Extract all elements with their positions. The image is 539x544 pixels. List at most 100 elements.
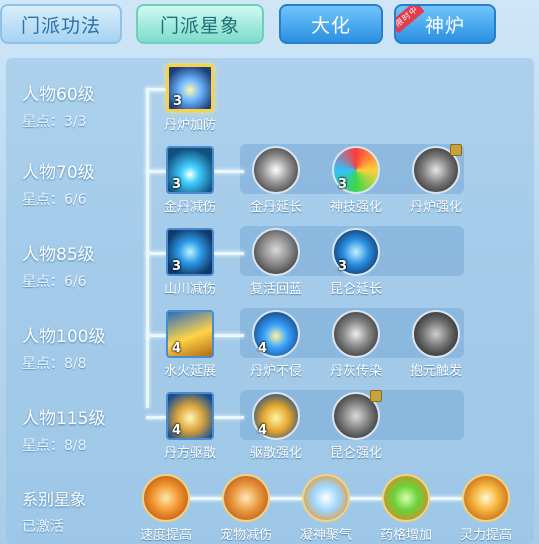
series-skill-slot[interactable]: 宠物减伤 bbox=[206, 474, 286, 543]
skill-name: 复活回蓝 bbox=[249, 282, 302, 297]
skill-name: 丹炉加防 bbox=[163, 118, 216, 133]
series-skill-slot[interactable]: 凝神聚气 bbox=[286, 474, 366, 543]
skill-name: 丹炉不侵 bbox=[249, 364, 302, 379]
skill-name: 宠物减伤 bbox=[219, 528, 272, 543]
skill-name: 昆仑强化 bbox=[329, 446, 382, 461]
spirit-icon bbox=[462, 474, 510, 522]
skill-name: 药格增加 bbox=[379, 528, 432, 543]
series-label: 系别星象 已激活 bbox=[22, 486, 86, 536]
skill-level: 4 bbox=[258, 341, 268, 356]
points-text: 星点：8/8 bbox=[22, 356, 87, 372]
series-skill-slot[interactable]: 灵力提高 bbox=[446, 474, 526, 543]
skill-slot[interactable]: 昆仑强化 bbox=[316, 390, 396, 461]
lock-icon bbox=[370, 390, 382, 402]
skill-slot[interactable]: 丹灰传染 bbox=[316, 310, 396, 379]
meditate-icon bbox=[412, 310, 460, 358]
limited-ribbon: 限时中 bbox=[396, 6, 425, 34]
furnace-upgrade-icon bbox=[412, 144, 462, 194]
tab-label: 门派星象 bbox=[159, 14, 240, 37]
tab-shenlu[interactable]: 限时中 神炉 bbox=[394, 4, 496, 44]
row-label: 人物115级 星点：8/8 bbox=[22, 404, 105, 455]
points-text: 星点：6/6 bbox=[22, 274, 87, 290]
skill-slot[interactable]: 复活回蓝 bbox=[236, 228, 316, 297]
skill-slot[interactable]: 4 丹炉不侵 bbox=[236, 310, 316, 379]
skill-name: 神技强化 bbox=[329, 200, 382, 215]
tab-sect-arts[interactable]: 门派功法 bbox=[0, 4, 122, 44]
row-label: 人物70级 星点：6/6 bbox=[22, 158, 95, 209]
row-label: 人物60级 星点：3/3 bbox=[22, 80, 95, 131]
skill-level: 3 bbox=[172, 259, 182, 274]
points-text: 星点：3/3 bbox=[22, 114, 87, 130]
skill-name: 丹炉强化 bbox=[409, 200, 462, 215]
furnace-defense-icon: 3 bbox=[166, 64, 214, 112]
level-text: 人物115级 bbox=[22, 409, 106, 429]
skill-slot[interactable]: 4 丹方驱散 bbox=[150, 392, 230, 461]
level-text: 人物85级 bbox=[22, 245, 95, 265]
skill-name: 驱散强化 bbox=[249, 446, 302, 461]
skill-level: 4 bbox=[258, 423, 268, 438]
skill-level: 4 bbox=[172, 423, 182, 438]
tab-label: 神炉 bbox=[424, 14, 465, 37]
skill-slot[interactable]: 4 驱散强化 bbox=[236, 392, 316, 461]
skill-slot[interactable]: 3 山川减伤 bbox=[150, 228, 230, 297]
level-text: 人物100级 bbox=[22, 327, 106, 347]
skill-name: 速度提高 bbox=[139, 528, 192, 543]
skill-name: 丹方驱散 bbox=[163, 446, 216, 461]
skill-name: 昆仑延长 bbox=[329, 282, 382, 297]
skill-slot[interactable]: 3 金丹减伤 bbox=[150, 146, 230, 215]
skill-slot[interactable]: 丹炉强化 bbox=[396, 144, 476, 215]
speed-icon bbox=[142, 474, 190, 522]
tab-dahua[interactable]: 大化 bbox=[279, 4, 383, 44]
furnace-shield-icon: 4 bbox=[252, 310, 300, 358]
revive-icon bbox=[252, 228, 300, 276]
skill-name: 抱元触发 bbox=[409, 364, 462, 379]
skill-name: 山川减伤 bbox=[163, 282, 216, 297]
extend-icon bbox=[252, 146, 300, 194]
tab-label: 门派功法 bbox=[20, 14, 101, 37]
divine-skill-icon: 3 bbox=[332, 146, 380, 194]
points-text: 星点：6/6 bbox=[22, 192, 87, 208]
dispel-upgrade-icon: 4 bbox=[252, 392, 300, 440]
kunlun-upgrade-icon bbox=[332, 390, 382, 440]
series-status: 已激活 bbox=[22, 519, 64, 535]
water-fire-icon: 4 bbox=[166, 310, 214, 358]
skill-slot[interactable]: 4 水火延展 bbox=[150, 310, 230, 379]
dispel-icon: 4 bbox=[166, 392, 214, 440]
skill-name: 水火延展 bbox=[163, 364, 216, 379]
skill-slot[interactable]: 3 神技强化 bbox=[316, 146, 396, 215]
series-skill-slot[interactable]: 药格增加 bbox=[366, 474, 446, 543]
golden-pill-icon: 3 bbox=[166, 146, 214, 194]
level-text: 人物70级 bbox=[22, 163, 95, 183]
skill-level: 3 bbox=[338, 259, 348, 274]
series-skill-slot[interactable]: 速度提高 bbox=[126, 474, 206, 543]
skill-slot[interactable]: 3 丹炉加防 bbox=[150, 64, 230, 133]
skill-level: 3 bbox=[338, 177, 348, 192]
focus-icon bbox=[302, 474, 350, 522]
level-text: 人物60级 bbox=[22, 85, 95, 105]
pet-icon bbox=[222, 474, 270, 522]
skill-name: 凝神聚气 bbox=[299, 528, 352, 543]
row-label: 人物85级 星点：6/6 bbox=[22, 240, 95, 291]
skill-level: 4 bbox=[172, 341, 182, 356]
gem-icon bbox=[382, 474, 430, 522]
skill-name: 丹灰传染 bbox=[329, 364, 382, 379]
row-label: 人物100级 星点：8/8 bbox=[22, 322, 105, 373]
kunlun-icon: 3 bbox=[332, 228, 380, 276]
skill-slot[interactable]: 金丹延长 bbox=[236, 146, 316, 215]
ash-icon bbox=[332, 310, 380, 358]
tree-trunk-line bbox=[146, 88, 149, 408]
skill-name: 金丹延长 bbox=[249, 200, 302, 215]
tab-sect-stars[interactable]: 门派星象 bbox=[136, 4, 264, 44]
mountain-icon: 3 bbox=[166, 228, 214, 276]
tab-bar: 门派功法 门派星象 大化 限时中 神炉 bbox=[0, 0, 539, 56]
tab-label: 大化 bbox=[310, 14, 351, 37]
skill-name: 金丹减伤 bbox=[163, 200, 216, 215]
skill-level: 3 bbox=[173, 94, 183, 109]
series-title: 系别星象 bbox=[22, 490, 87, 509]
skill-level: 3 bbox=[172, 177, 182, 192]
points-text: 星点：8/8 bbox=[22, 438, 87, 454]
skill-slot[interactable]: 抱元触发 bbox=[396, 310, 476, 379]
lock-icon bbox=[450, 144, 462, 156]
skill-slot[interactable]: 3 昆仑延长 bbox=[316, 228, 396, 297]
skill-name: 灵力提高 bbox=[459, 528, 512, 543]
